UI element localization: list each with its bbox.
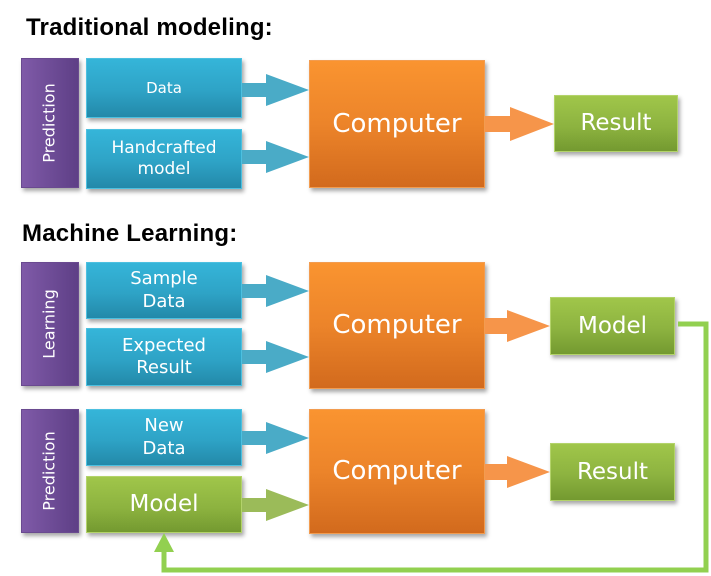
ml-prediction-result: Result xyxy=(550,443,675,501)
traditional-computer: Computer xyxy=(309,60,485,188)
input-label: Model xyxy=(129,491,199,518)
arrow-expected-to-computer xyxy=(242,341,309,373)
processor-label: Computer xyxy=(332,456,462,487)
output-label: Model xyxy=(577,312,648,339)
phase-label: Prediction xyxy=(40,431,60,511)
output-label: Result xyxy=(576,458,649,485)
ml-input-expected-result: Expected Result xyxy=(86,328,242,386)
traditional-input-data: Data xyxy=(86,58,242,118)
input-label: Handcrafted model xyxy=(111,137,217,179)
input-label: New Data xyxy=(142,415,186,459)
traditional-input-handcrafted-model: Handcrafted model xyxy=(86,129,242,189)
input-label: Data xyxy=(146,78,182,97)
ml-prediction-phase: Prediction xyxy=(21,409,79,533)
ml-learning-computer: Computer xyxy=(309,262,485,389)
ml-model-output: Model xyxy=(550,297,675,355)
arrow-newdata-to-computer xyxy=(242,422,309,454)
output-label: Result xyxy=(580,110,652,137)
arrow-computer-to-result-2 xyxy=(485,456,550,488)
feedback-arrowhead xyxy=(154,533,174,552)
input-label: Expected Result xyxy=(122,334,206,379)
phase-label: Learning xyxy=(40,289,59,359)
processor-label: Computer xyxy=(332,108,462,139)
arrow-inputmodel-to-computer xyxy=(242,489,309,521)
processor-label: Computer xyxy=(332,310,462,341)
traditional-result: Result xyxy=(554,95,678,152)
arrow-data-to-computer xyxy=(242,74,309,106)
traditional-modeling-title: Traditional modeling: xyxy=(26,14,273,41)
ml-prediction-computer: Computer xyxy=(309,409,485,534)
machine-learning-title: Machine Learning: xyxy=(22,220,238,247)
arrow-model-to-computer xyxy=(242,141,309,173)
ml-input-new-data: New Data xyxy=(86,409,242,466)
input-label: Sample Data xyxy=(130,268,198,312)
arrow-computer-to-result xyxy=(485,107,554,141)
ml-input-model: Model xyxy=(86,476,242,533)
arrow-sample-to-computer xyxy=(242,275,309,307)
ml-input-sample-data: Sample Data xyxy=(86,262,242,319)
traditional-prediction-phase: Prediction xyxy=(21,58,79,188)
arrow-computer-to-model xyxy=(485,310,550,342)
ml-learning-phase: Learning xyxy=(21,262,79,386)
phase-label: Prediction xyxy=(40,83,60,163)
